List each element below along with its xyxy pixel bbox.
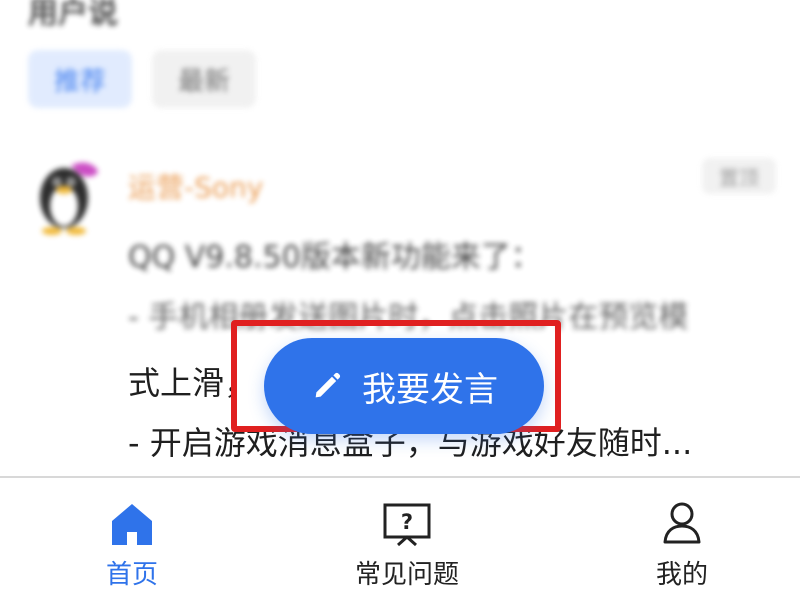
nav-faq-label: 常见问题 (354, 560, 459, 590)
nav-mine-label: 我的 (655, 560, 708, 590)
question-icon: ? (383, 503, 431, 547)
pencil-icon (315, 372, 341, 398)
nav-home-label: 首页 (105, 560, 158, 590)
bottom-navigation: 首页 ? 常见问题 我的 (0, 476, 800, 600)
nav-mine[interactable]: 我的 (602, 478, 762, 600)
post-comment-label: 我要发言 (362, 369, 498, 410)
post-comment-button[interactable]: 我要发言 (264, 338, 544, 434)
feed-content: 用户说 推荐 最新 运营-Sony 置顶 QQ V9.8.50版本新功能来了： … (0, 0, 800, 476)
pinned-tag: 置顶 (702, 158, 776, 194)
avatar[interactable] (26, 154, 106, 238)
filter-chip-recommend[interactable]: 推荐 (28, 50, 132, 108)
post-line-1: QQ V9.8.50版本新功能来了： (128, 240, 541, 275)
app-screen: 用户说 推荐 最新 运营-Sony 置顶 QQ V9.8.50版本新功能来了： … (0, 0, 800, 600)
svg-text:?: ? (401, 510, 413, 534)
section-title: 用户说 (28, 0, 118, 31)
nav-faq[interactable]: ? 常见问题 (327, 478, 487, 600)
filter-chip-latest[interactable]: 最新 (152, 50, 256, 108)
nav-home[interactable]: 首页 (52, 478, 212, 600)
home-icon (112, 504, 152, 545)
author-name[interactable]: 运营-Sony (128, 166, 263, 206)
user-icon (663, 502, 701, 544)
